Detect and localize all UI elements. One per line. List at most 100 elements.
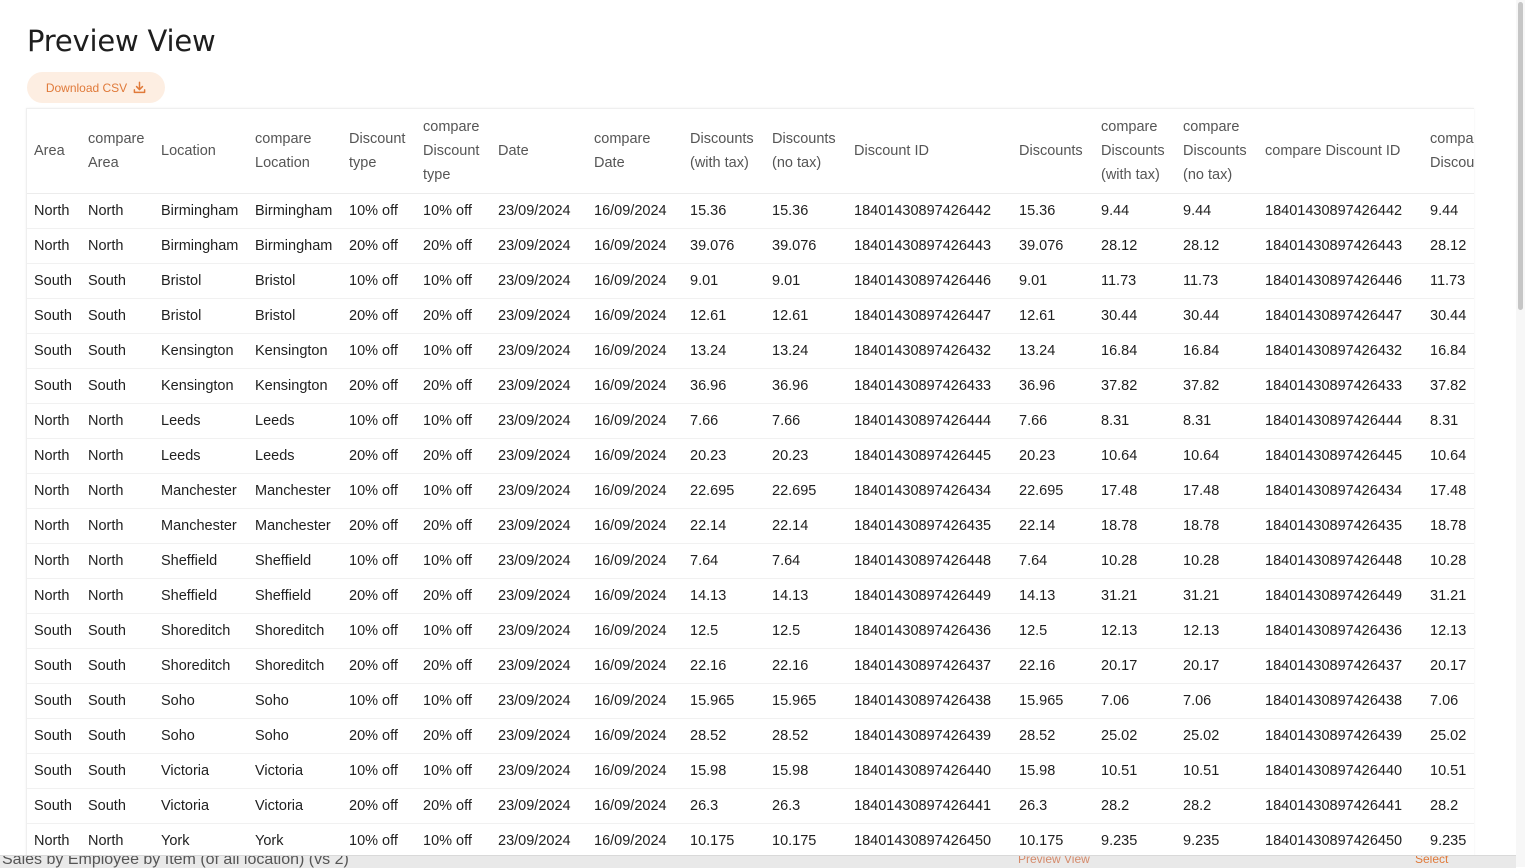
table-cell: 37.82 bbox=[1094, 368, 1176, 404]
table-cell: Leeds bbox=[248, 403, 342, 439]
table-cell: 9.235 bbox=[1094, 823, 1176, 859]
table-cell: Bristol bbox=[248, 263, 342, 299]
background-select-link: Select bbox=[1415, 855, 1449, 866]
download-csv-button[interactable]: Download CSV bbox=[27, 72, 165, 103]
column-header[interactable]: compare Discount ID bbox=[1258, 109, 1423, 194]
table-cell: 16/09/2024 bbox=[587, 613, 683, 649]
table-cell: 18401430897426441 bbox=[847, 788, 1012, 824]
table-cell: Victoria bbox=[154, 753, 248, 789]
preview-table: Area compare Area Location compare Location Di… bbox=[27, 109, 1474, 859]
table-cell: 16/09/2024 bbox=[587, 788, 683, 824]
column-header[interactable]: compare Location bbox=[248, 109, 342, 194]
column-header[interactable]: compare Date bbox=[587, 109, 683, 194]
table-cell: 18401430897426440 bbox=[847, 753, 1012, 789]
column-header-label: compare bbox=[423, 119, 480, 135]
table-row: South South Soho Soho 20% off 20% off 23/09/20… bbox=[27, 718, 1474, 754]
table-cell: 20% off bbox=[416, 438, 491, 474]
table-cell: 18401430897426435 bbox=[847, 508, 1012, 544]
table-cell: 25.02 bbox=[1094, 718, 1176, 754]
table-cell: Manchester bbox=[154, 508, 248, 544]
table-cell: North bbox=[81, 578, 154, 614]
table-row: South South Kensington Kensington 20% off 20%… bbox=[27, 368, 1474, 404]
column-header[interactable]: compare Discount type bbox=[416, 109, 491, 194]
table-cell: 18.78 bbox=[1423, 508, 1474, 544]
table-cell: 10.51 bbox=[1094, 753, 1176, 789]
table-cell: 12.61 bbox=[765, 298, 847, 334]
vertical-scrollbar[interactable] bbox=[1516, 0, 1525, 867]
table-cell: 23/09/2024 bbox=[491, 228, 587, 264]
table-cell: 16/09/2024 bbox=[587, 403, 683, 439]
table-cell: Leeds bbox=[154, 403, 248, 439]
column-header[interactable]: compare Discounts (with tax) bbox=[1094, 109, 1176, 194]
column-header-label: Discounts bbox=[1101, 143, 1165, 159]
table-cell: 9.01 bbox=[765, 263, 847, 299]
column-header-label: compare bbox=[1183, 119, 1240, 135]
table-cell: 18401430897426449 bbox=[847, 578, 1012, 614]
column-header[interactable]: compare Discou bbox=[1423, 109, 1474, 194]
table-cell: Manchester bbox=[248, 473, 342, 509]
table-cell: 16/09/2024 bbox=[587, 823, 683, 859]
table-cell: Leeds bbox=[154, 438, 248, 474]
table-cell: 22.695 bbox=[1012, 473, 1094, 509]
table-cell: 23/09/2024 bbox=[491, 438, 587, 474]
column-header[interactable]: Discounts bbox=[1012, 109, 1094, 194]
table-cell: 10.28 bbox=[1423, 543, 1474, 579]
table-cell: South bbox=[81, 613, 154, 649]
table-cell: 10% off bbox=[416, 613, 491, 649]
table-cell: 9.44 bbox=[1094, 193, 1176, 229]
table-cell: 12.61 bbox=[1012, 298, 1094, 334]
table-cell: South bbox=[81, 683, 154, 719]
table-row: South South Bristol Bristol 20% off 20% off 23… bbox=[27, 298, 1474, 334]
column-header[interactable]: compare Area bbox=[81, 109, 154, 194]
table-row: South South Victoria Victoria 20% off 20% off… bbox=[27, 788, 1474, 824]
table-cell: 23/09/2024 bbox=[491, 578, 587, 614]
table-cell: 20.23 bbox=[765, 438, 847, 474]
column-header[interactable]: compare Discounts (no tax) bbox=[1176, 109, 1258, 194]
download-csv-label: Download CSV bbox=[45, 80, 128, 95]
table-cell: North bbox=[27, 508, 81, 544]
table-cell: 23/09/2024 bbox=[491, 788, 587, 824]
table-cell: 10.28 bbox=[1094, 543, 1176, 579]
column-header-label: compare bbox=[594, 131, 651, 147]
table-cell: Bristol bbox=[154, 298, 248, 334]
table-row: North North York York 10% off 10% off 23/09/20… bbox=[27, 823, 1474, 859]
table-cell: 18401430897426448 bbox=[847, 543, 1012, 579]
table-cell: 10% off bbox=[342, 613, 416, 649]
table-cell: 12.5 bbox=[765, 613, 847, 649]
table-cell: 18401430897426445 bbox=[847, 438, 1012, 474]
table-cell: 23/09/2024 bbox=[491, 823, 587, 859]
column-header[interactable]: Location bbox=[154, 109, 248, 194]
table-cell: 17.48 bbox=[1176, 473, 1258, 509]
table-cell: 10% off bbox=[416, 753, 491, 789]
column-header[interactable]: Discounts (no tax) bbox=[765, 109, 847, 194]
table-cell: 7.66 bbox=[1012, 403, 1094, 439]
table-cell: 10% off bbox=[342, 193, 416, 229]
table-cell: 9.235 bbox=[1176, 823, 1258, 859]
table-body: North North Birmingham Birmingham 10% off 10%… bbox=[27, 193, 1474, 859]
table-cell: 28.52 bbox=[765, 718, 847, 754]
table-cell: 18401430897426443 bbox=[847, 228, 1012, 264]
table-cell: 10.51 bbox=[1176, 753, 1258, 789]
table-cell: 7.06 bbox=[1094, 683, 1176, 719]
table-cell: South bbox=[81, 753, 154, 789]
table-cell: 30.44 bbox=[1423, 298, 1474, 334]
page-title: Preview View bbox=[27, 24, 216, 58]
preview-table-container[interactable]: Area compare Area Location compare Location Di… bbox=[26, 108, 1474, 868]
column-header[interactable]: Date bbox=[491, 109, 587, 194]
table-cell: 22.14 bbox=[1012, 508, 1094, 544]
table-cell: 16/09/2024 bbox=[587, 193, 683, 229]
column-header-label: Area bbox=[34, 143, 65, 159]
table-cell: 10% off bbox=[342, 683, 416, 719]
table-cell: 16/09/2024 bbox=[587, 333, 683, 369]
table-row: North North Sheffield Sheffield 10% off 10% o… bbox=[27, 543, 1474, 579]
scrollbar-thumb[interactable] bbox=[1518, 2, 1523, 310]
table-cell: 23/09/2024 bbox=[491, 543, 587, 579]
table-cell: North bbox=[81, 228, 154, 264]
table-cell: Birmingham bbox=[248, 193, 342, 229]
table-cell: Shoreditch bbox=[248, 648, 342, 684]
table-cell: North bbox=[27, 438, 81, 474]
column-header[interactable]: Discount type bbox=[342, 109, 416, 194]
column-header[interactable]: Area bbox=[27, 109, 81, 194]
column-header[interactable]: Discounts (with tax) bbox=[683, 109, 765, 194]
column-header[interactable]: Discount ID bbox=[847, 109, 1012, 194]
